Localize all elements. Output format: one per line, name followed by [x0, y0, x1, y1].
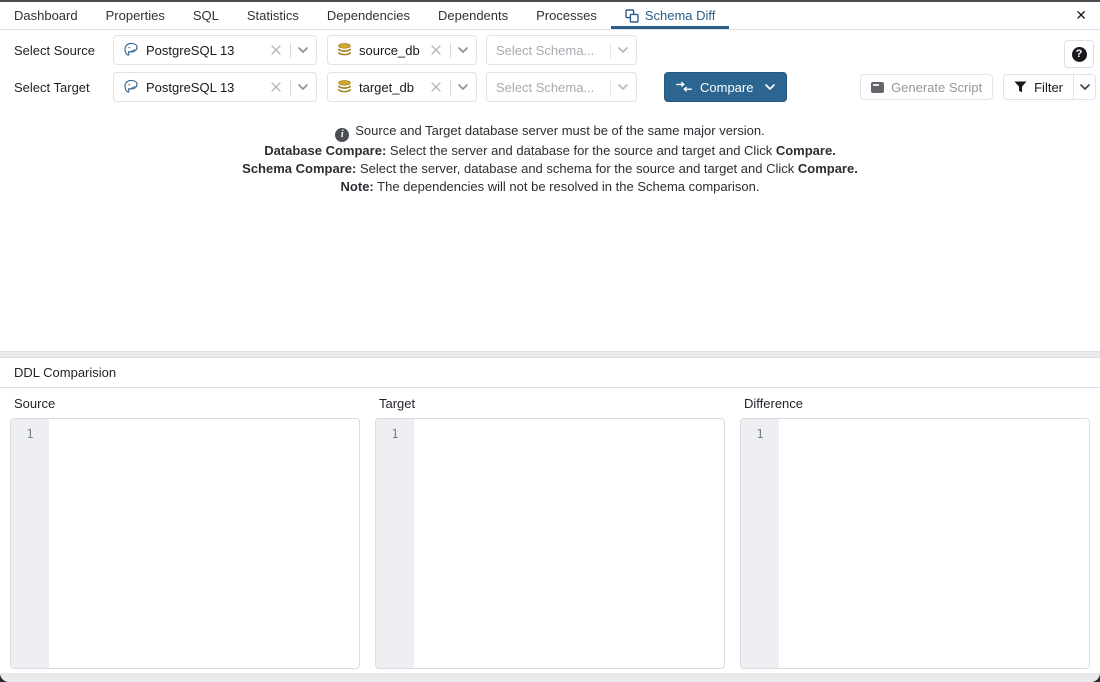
- tab-statistics[interactable]: Statistics: [233, 2, 313, 29]
- clear-icon[interactable]: [429, 80, 443, 94]
- ddl-difference-label: Difference: [740, 396, 1090, 411]
- combo-divider: [450, 43, 451, 58]
- database-icon: [337, 80, 352, 95]
- tab-properties[interactable]: Properties: [92, 2, 179, 29]
- line-number: 1: [391, 427, 398, 441]
- postgresql-icon: [123, 79, 139, 95]
- clear-icon[interactable]: [269, 80, 283, 94]
- close-icon[interactable]: ✕: [1062, 2, 1100, 29]
- schema-diff-controls-panel: Select Source PostgreSQL 13: [0, 30, 1100, 352]
- line-number: 1: [26, 427, 33, 441]
- select-target-label: Select Target: [0, 80, 113, 95]
- help-icon: ?: [1072, 47, 1087, 62]
- line-number-gutter: 1: [11, 419, 49, 668]
- chevron-down-icon[interactable]: [618, 84, 628, 90]
- combo-divider: [610, 43, 611, 58]
- filter-dropdown-button[interactable]: [1073, 75, 1095, 99]
- clear-icon[interactable]: [269, 43, 283, 57]
- help-button[interactable]: ?: [1064, 40, 1094, 68]
- tab-sql[interactable]: SQL: [179, 2, 233, 29]
- combo-divider: [290, 80, 291, 95]
- ddl-target-editor[interactable]: 1: [375, 418, 725, 669]
- select-target-row: Select Target PostgreSQL 13: [0, 72, 1100, 102]
- source-database-select[interactable]: source_db: [327, 35, 477, 65]
- select-source-row: Select Source PostgreSQL 13: [0, 35, 1100, 65]
- ddl-source-label: Source: [10, 396, 360, 411]
- source-schema-select[interactable]: Select Schema...: [486, 35, 637, 65]
- ddl-comparison-header: DDL Comparision: [0, 357, 1100, 388]
- tab-schema-diff[interactable]: Schema Diff: [611, 2, 730, 29]
- chevron-down-icon[interactable]: [458, 47, 468, 53]
- compare-arrows-icon: [676, 82, 692, 92]
- info-line-note: Note: The dependencies will not be resol…: [0, 178, 1100, 196]
- source-server-value: PostgreSQL 13: [146, 43, 269, 58]
- target-database-value: target_db: [359, 80, 429, 95]
- chevron-down-icon[interactable]: [458, 84, 468, 90]
- chevron-down-icon[interactable]: [618, 47, 628, 53]
- combo-divider: [450, 80, 451, 95]
- ddl-difference-editor[interactable]: 1: [740, 418, 1090, 669]
- target-server-select[interactable]: PostgreSQL 13: [113, 72, 317, 102]
- postgresql-icon: [123, 42, 139, 58]
- combo-divider: [610, 80, 611, 95]
- ddl-panel-headers: Source Target Difference: [10, 396, 1090, 411]
- generate-script-button[interactable]: Generate Script: [860, 74, 993, 100]
- ddl-target-content[interactable]: [414, 419, 724, 668]
- info-line-version: iSource and Target database server must …: [0, 122, 1100, 142]
- tab-processes[interactable]: Processes: [522, 2, 611, 29]
- select-source-label: Select Source: [0, 43, 113, 58]
- filter-funnel-icon: [1014, 81, 1027, 93]
- target-schema-placeholder: Select Schema...: [496, 80, 603, 95]
- tab-bar: Dashboard Properties SQL Statistics Depe…: [0, 2, 1100, 30]
- target-schema-select[interactable]: Select Schema...: [486, 72, 637, 102]
- chevron-down-icon[interactable]: [765, 84, 775, 90]
- ddl-target-label: Target: [375, 396, 725, 411]
- source-server-select[interactable]: PostgreSQL 13: [113, 35, 317, 65]
- ddl-difference-content[interactable]: [779, 419, 1089, 668]
- source-schema-placeholder: Select Schema...: [496, 43, 603, 58]
- script-icon: [871, 82, 884, 93]
- line-number-gutter: 1: [376, 419, 414, 668]
- filter-button[interactable]: Filter: [1004, 75, 1073, 99]
- info-line-database-compare: Database Compare: Select the server and …: [0, 142, 1100, 160]
- line-number: 1: [756, 427, 763, 441]
- compare-button[interactable]: Compare: [664, 72, 787, 102]
- tab-dependents[interactable]: Dependents: [424, 2, 522, 29]
- ddl-comparison-body: Source Target Difference 1 1 1: [0, 388, 1100, 673]
- schema-diff-help-text: iSource and Target database server must …: [0, 122, 1100, 196]
- tab-dependencies[interactable]: Dependencies: [313, 2, 424, 29]
- clear-icon[interactable]: [429, 43, 443, 57]
- chevron-down-icon[interactable]: [298, 84, 308, 90]
- filter-button-group: Filter: [1003, 74, 1096, 100]
- database-icon: [337, 43, 352, 58]
- target-server-value: PostgreSQL 13: [146, 80, 269, 95]
- line-number-gutter: 1: [741, 419, 779, 668]
- schema-diff-window: Dashboard Properties SQL Statistics Depe…: [0, 0, 1100, 682]
- info-line-schema-compare: Schema Compare: Select the server, datab…: [0, 160, 1100, 178]
- schema-diff-icon: [625, 9, 639, 23]
- tab-dashboard[interactable]: Dashboard: [0, 2, 92, 29]
- source-database-value: source_db: [359, 43, 429, 58]
- ddl-source-content[interactable]: [49, 419, 359, 668]
- ddl-source-editor[interactable]: 1: [10, 418, 360, 669]
- ddl-editors: 1 1 1: [10, 418, 1090, 669]
- ddl-comparison-title: DDL Comparision: [14, 365, 116, 380]
- chevron-down-icon[interactable]: [298, 47, 308, 53]
- info-icon: i: [335, 128, 349, 142]
- target-row-actions: Generate Script Filter: [860, 74, 1096, 100]
- target-database-select[interactable]: target_db: [327, 72, 477, 102]
- combo-divider: [290, 43, 291, 58]
